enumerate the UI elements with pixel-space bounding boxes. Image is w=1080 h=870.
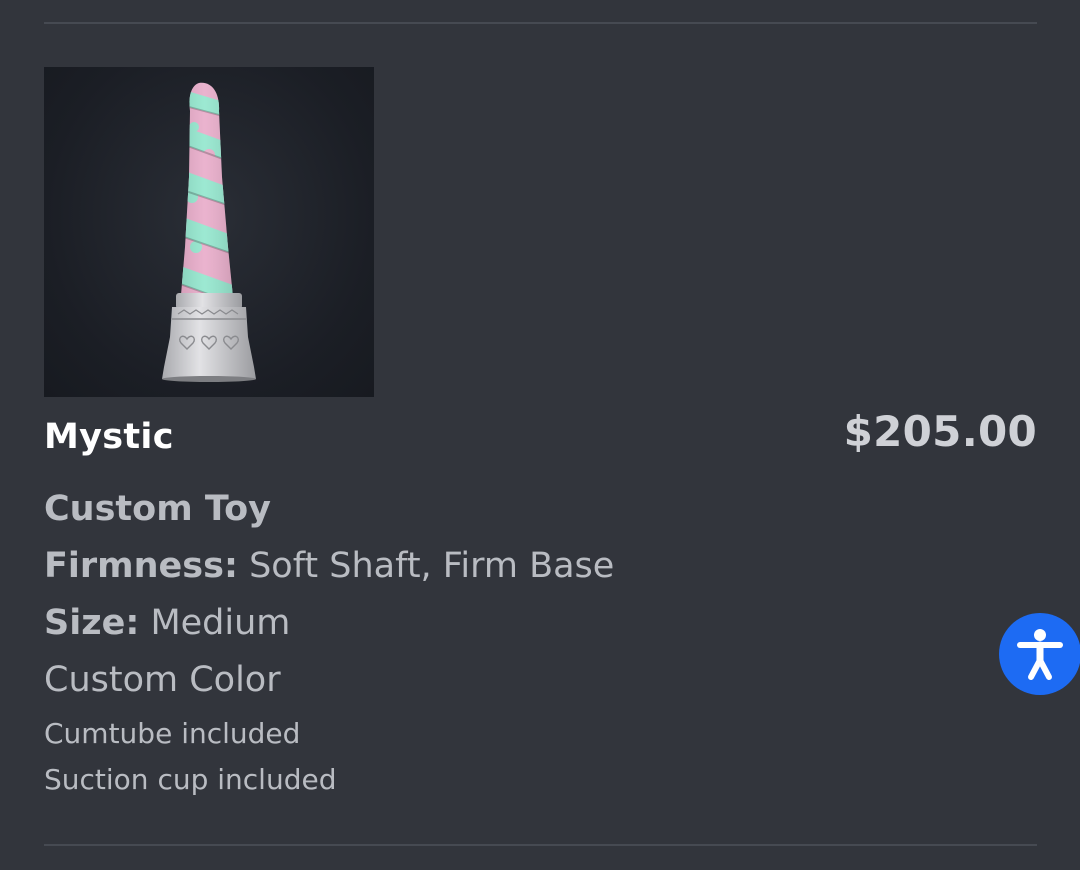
accessibility-button[interactable] — [999, 613, 1080, 695]
accessibility-person-icon — [1017, 629, 1063, 680]
option-type: Custom Toy — [44, 489, 271, 529]
option-firmness-label: Firmness: — [44, 546, 238, 586]
option-firmness-value: Soft Shaft, Firm Base — [237, 546, 615, 586]
top-divider — [44, 22, 1037, 24]
bottom-divider — [44, 844, 1037, 846]
cart-item: Mystic $205.00 Custom Toy Firmness: Soft… — [44, 67, 1037, 827]
option-firmness: Firmness: Soft Shaft, Firm Base — [44, 546, 614, 586]
option-size-label: Size: — [44, 603, 140, 643]
option-color: Custom Color — [44, 660, 281, 700]
product-name[interactable]: Mystic — [44, 417, 174, 457]
product-price: $205.00 — [843, 407, 1037, 456]
option-extra-suction-cup: Suction cup included — [44, 763, 337, 796]
product-thumbnail[interactable] — [44, 67, 374, 397]
option-size: Size: Medium — [44, 603, 290, 643]
product-image-icon — [162, 82, 256, 382]
option-extra-cumtube: Cumtube included — [44, 717, 301, 750]
option-size-value: Medium — [139, 603, 291, 643]
